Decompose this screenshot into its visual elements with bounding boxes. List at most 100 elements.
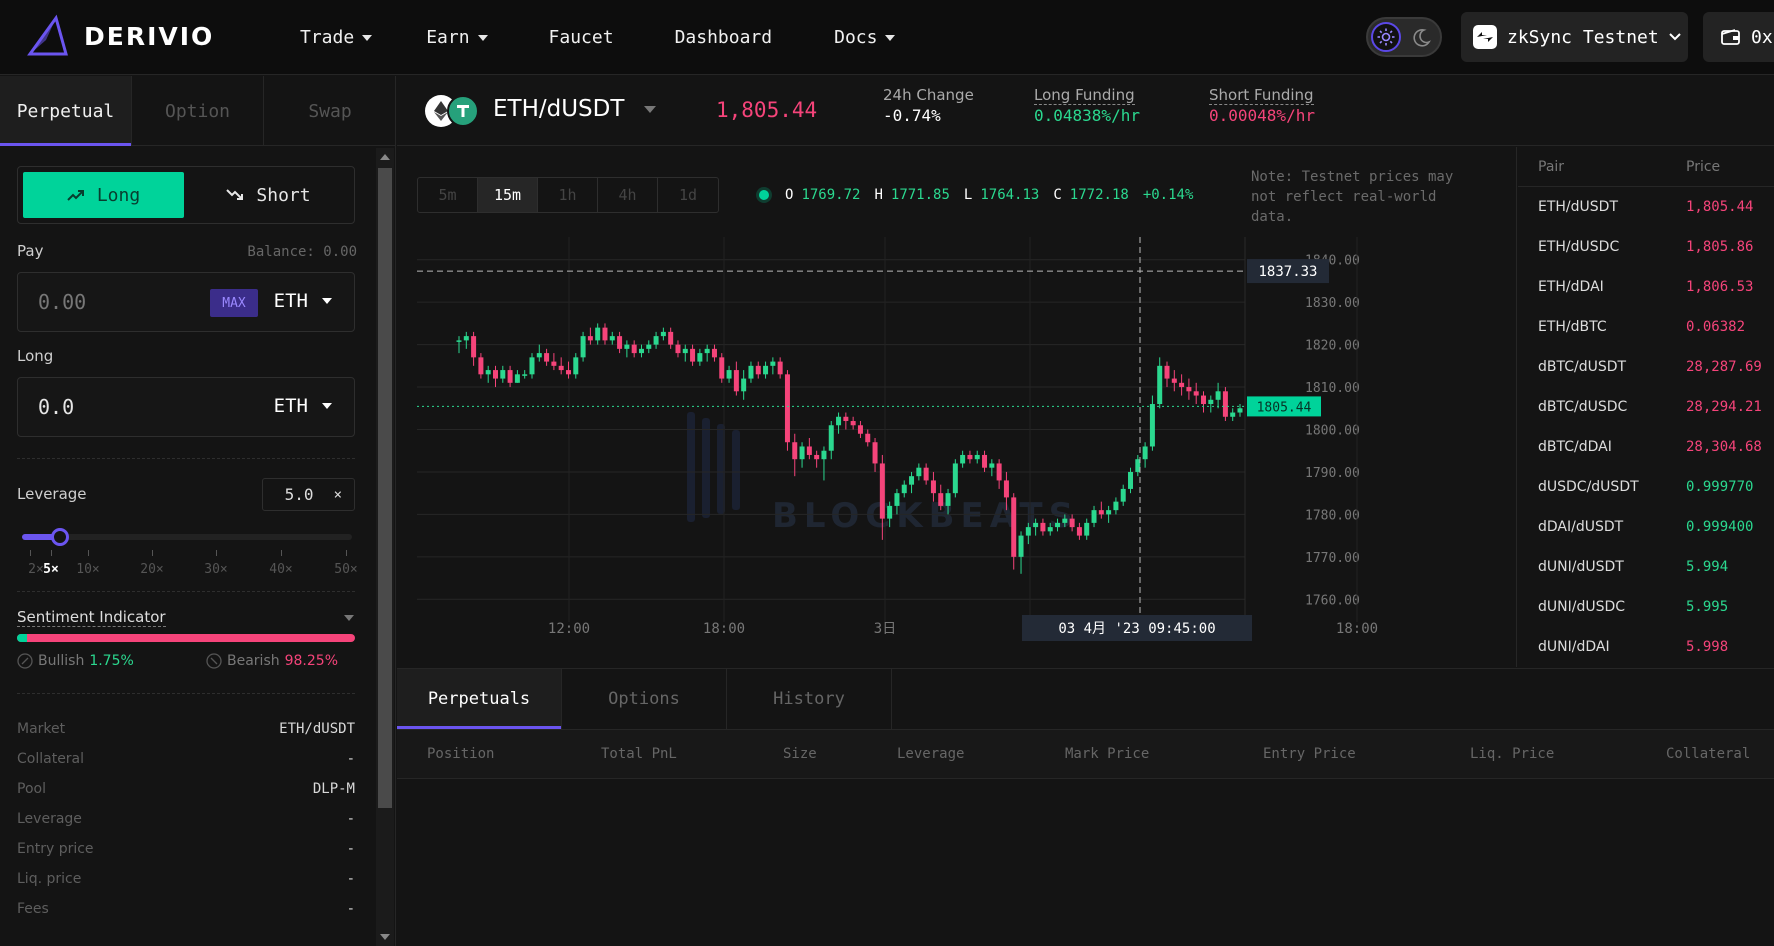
tab-perpetuals[interactable]: Perpetuals	[397, 669, 562, 729]
long-button[interactable]: Long	[23, 172, 184, 218]
info-value: -	[346, 841, 355, 857]
info-row: Collateral -	[17, 751, 355, 767]
market-row[interactable]: ETH/dUSDT 1,805.44	[1518, 187, 1774, 227]
price-chart[interactable]: 5m 15m 1h 4h 1d O 1769.72 H 1771.85 L 1764.…	[397, 147, 1517, 667]
nav-trade[interactable]: Trade	[300, 27, 373, 48]
sentiment-indicator-title[interactable]: Sentiment Indicator	[17, 608, 166, 627]
candle	[580, 336, 586, 358]
market-row[interactable]: dBTC/dDAI 28,304.68	[1518, 427, 1774, 467]
tab-option[interactable]: Option	[132, 76, 264, 146]
candle	[1157, 365, 1163, 405]
candle	[1084, 522, 1090, 536]
slider-tick-label[interactable]: 2×	[28, 562, 44, 577]
tab-history[interactable]: History	[727, 669, 892, 729]
market-row[interactable]: dUNI/dUSDC 5.995	[1518, 587, 1774, 627]
candle	[945, 493, 951, 506]
wallet-icon	[1721, 29, 1740, 45]
market-row[interactable]: dUSDC/dUSDT 0.999770	[1518, 467, 1774, 507]
market-pair: dDAI/dUSDT	[1538, 519, 1624, 535]
sentiment-bullish-fill	[17, 634, 28, 642]
leverage-slider[interactable]	[22, 528, 352, 546]
market-row[interactable]: dDAI/dUSDT 0.999400	[1518, 507, 1774, 547]
column-header: Total PnL	[601, 746, 677, 762]
candle	[551, 361, 557, 366]
info-key: Leverage	[17, 811, 82, 827]
nav-faucet[interactable]: Faucet	[549, 27, 614, 48]
short-button[interactable]: Short	[188, 172, 349, 218]
candlestick-chart[interactable]: BLOCKBEATS1840.001830.001820.001810.0018…	[397, 147, 1517, 667]
scrollbar-thumb[interactable]	[378, 168, 392, 808]
candle	[1098, 510, 1104, 515]
candle	[865, 433, 871, 443]
market-row[interactable]: ETH/dBTC 0.06382	[1518, 307, 1774, 347]
nav-earn[interactable]: Earn	[426, 27, 488, 48]
balance-label: Balance: 0.00	[247, 244, 357, 260]
candle	[609, 336, 615, 341]
scroll-down-icon[interactable]	[380, 934, 390, 940]
network-selector[interactable]: zkSync Testnet	[1461, 12, 1688, 62]
logo[interactable]: DERIVIO	[26, 14, 214, 58]
candle	[1193, 391, 1199, 396]
market-row[interactable]: dUNI/dDAI 5.998	[1518, 627, 1774, 667]
candle	[952, 463, 958, 494]
scroll-up-icon[interactable]	[380, 154, 390, 160]
candle	[697, 353, 703, 362]
tab-perpetual[interactable]: Perpetual	[0, 76, 132, 146]
theme-toggle[interactable]	[1366, 17, 1442, 57]
positions-tabs: Perpetuals Options History	[397, 669, 892, 729]
tab-swap[interactable]: Swap	[264, 76, 396, 146]
nav-dashboard[interactable]: Dashboard	[675, 27, 773, 48]
slider-tick-label[interactable]: 50×	[334, 562, 357, 577]
long-funding-label[interactable]: Long Funding	[1034, 86, 1135, 105]
slider-tick-label[interactable]: 10×	[76, 562, 99, 577]
chevron-down-icon[interactable]	[344, 615, 354, 621]
bullish-stat: Bullish 1.75%	[17, 653, 134, 669]
market-row[interactable]: dUNI/dUSDT 5.994	[1518, 547, 1774, 587]
market-row[interactable]: dBTC/dUSDC 28,294.21	[1518, 387, 1774, 427]
pay-input[interactable]: 0.00	[38, 290, 86, 314]
pair-selector[interactable]: ETH/dUSDT	[493, 96, 657, 122]
max-button[interactable]: MAX	[210, 289, 258, 317]
candle	[675, 344, 681, 354]
info-value: -	[346, 811, 355, 827]
market-price: 5.994	[1686, 559, 1729, 575]
candle	[741, 378, 747, 392]
market-row[interactable]: ETH/dDAI 1,806.53	[1518, 267, 1774, 307]
candle	[938, 493, 944, 506]
long-token-select[interactable]: ETH	[274, 395, 332, 417]
market-row[interactable]: dBTC/dUSDT 28,287.69	[1518, 347, 1774, 387]
nav-docs[interactable]: Docs	[834, 27, 896, 48]
market-row[interactable]: ETH/dUSDC 1,805.86	[1518, 227, 1774, 267]
slider-tick-label[interactable]: 40×	[269, 562, 292, 577]
slider-tick-label[interactable]: 30×	[204, 562, 227, 577]
market-pair: ETH/dUSDT	[1538, 199, 1618, 215]
tab-options[interactable]: Options	[562, 669, 727, 729]
bullish-label: Bullish	[38, 653, 85, 669]
market-price: 0.999770	[1686, 479, 1754, 495]
candle	[748, 365, 754, 379]
y-tick-label: 1820.00	[1305, 339, 1360, 354]
sentiment-bar	[17, 634, 355, 642]
trade-panel: Perpetual Option Swap Long Short Pay Bal…	[0, 76, 396, 946]
scrollbar[interactable]	[376, 148, 394, 946]
candle	[1076, 527, 1082, 536]
x-tick-label: 3日	[874, 621, 896, 637]
leverage-slider-handle[interactable]	[51, 528, 69, 546]
short-funding-label[interactable]: Short Funding	[1209, 86, 1314, 105]
candle	[682, 348, 688, 354]
market-pair: dUNI/dDAI	[1538, 639, 1610, 655]
divider	[17, 591, 355, 592]
long-token-label: ETH	[273, 395, 308, 417]
candle	[617, 336, 623, 349]
slider-tick-label[interactable]: 5×	[43, 562, 59, 577]
candle	[514, 374, 520, 383]
slider-tick-label[interactable]: 20×	[140, 562, 163, 577]
candle	[1215, 391, 1221, 400]
info-value: -	[346, 901, 355, 917]
leverage-input[interactable]: 5.0 ×	[262, 478, 355, 511]
wallet-button[interactable]: 0x	[1703, 12, 1774, 62]
market-header-price: Price	[1686, 158, 1721, 175]
pay-token-select[interactable]: ETH	[274, 290, 332, 312]
candle	[755, 365, 761, 375]
long-input[interactable]: 0.0	[38, 395, 74, 419]
